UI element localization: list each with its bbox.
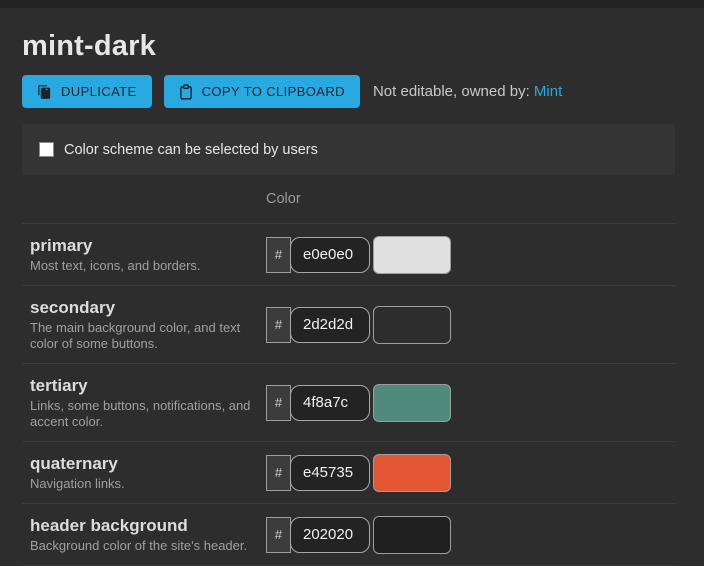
color-swatch[interactable]: [373, 306, 451, 344]
color-value-cell: #: [266, 236, 451, 274]
color-role-description: The main background color, and text colo…: [30, 320, 252, 352]
table-header: Color: [22, 175, 675, 223]
hex-prefix: #: [266, 455, 291, 491]
color-role-name: secondary: [30, 297, 252, 318]
color-swatch[interactable]: [373, 384, 451, 422]
hex-input[interactable]: [290, 517, 370, 553]
color-role-description: Links, some buttons, notifications, and …: [30, 398, 252, 430]
hex-input[interactable]: [290, 237, 370, 273]
page-title: mint-dark: [22, 30, 675, 63]
duplicate-button[interactable]: DUPLICATE: [22, 75, 152, 108]
color-role-cell: primary Most text, icons, and borders.: [22, 235, 266, 274]
copy-to-clipboard-button-label: COPY TO CLIPBOARD: [202, 84, 345, 99]
color-role-name: header background: [30, 515, 252, 536]
color-value-cell: #: [266, 384, 451, 422]
hex-input[interactable]: [290, 455, 370, 491]
ownership-status-text: Not editable, owned by:: [373, 83, 534, 100]
table-row: primary Most text, icons, and borders. #: [22, 223, 675, 285]
color-scheme-page: mint-dark DUPLICATE COPY TO CLIPBOARD No…: [0, 30, 704, 566]
selectable-checkbox-label: Color scheme can be selected by users: [64, 142, 318, 158]
hex-prefix: #: [266, 517, 291, 553]
selectable-checkbox[interactable]: [39, 142, 54, 157]
table-row: header background Background color of th…: [22, 503, 675, 565]
site-header-strip: [0, 0, 704, 8]
color-role-name: tertiary: [30, 375, 252, 396]
toolbar: DUPLICATE COPY TO CLIPBOARD Not editable…: [22, 75, 675, 108]
color-role-cell: secondary The main background color, and…: [22, 297, 266, 352]
color-swatch[interactable]: [373, 236, 451, 274]
color-value-cell: #: [266, 306, 451, 344]
color-swatch[interactable]: [373, 454, 451, 492]
clipboard-icon: [179, 84, 193, 100]
duplicate-button-label: DUPLICATE: [61, 84, 137, 99]
table-row: quaternary Navigation links. #: [22, 441, 675, 503]
ownership-status: Not editable, owned by: Mint: [373, 83, 562, 100]
color-value-cell: #: [266, 454, 451, 492]
color-role-description: Navigation links.: [30, 476, 252, 492]
color-role-cell: quaternary Navigation links.: [22, 453, 266, 492]
copy-pages-icon: [37, 84, 52, 100]
color-table-body: primary Most text, icons, and borders. #…: [22, 223, 675, 566]
color-role-description: Most text, icons, and borders.: [30, 258, 252, 274]
color-swatch[interactable]: [373, 516, 451, 554]
hex-input[interactable]: [290, 385, 370, 421]
hex-prefix: #: [266, 307, 291, 343]
hex-input[interactable]: [290, 307, 370, 343]
owner-link[interactable]: Mint: [534, 83, 562, 100]
hex-prefix: #: [266, 237, 291, 273]
selectable-panel: Color scheme can be selected by users: [22, 124, 675, 175]
hex-prefix: #: [266, 385, 291, 421]
color-role-cell: header background Background color of th…: [22, 515, 266, 554]
copy-to-clipboard-button[interactable]: COPY TO CLIPBOARD: [164, 75, 360, 108]
table-row: tertiary Links, some buttons, notificati…: [22, 363, 675, 441]
color-role-description: Background color of the site's header.: [30, 538, 252, 554]
color-role-name: quaternary: [30, 453, 252, 474]
color-column-header: Color: [266, 191, 301, 207]
table-row: secondary The main background color, and…: [22, 285, 675, 363]
color-role-cell: tertiary Links, some buttons, notificati…: [22, 375, 266, 430]
color-role-name: primary: [30, 235, 252, 256]
color-value-cell: #: [266, 516, 451, 554]
